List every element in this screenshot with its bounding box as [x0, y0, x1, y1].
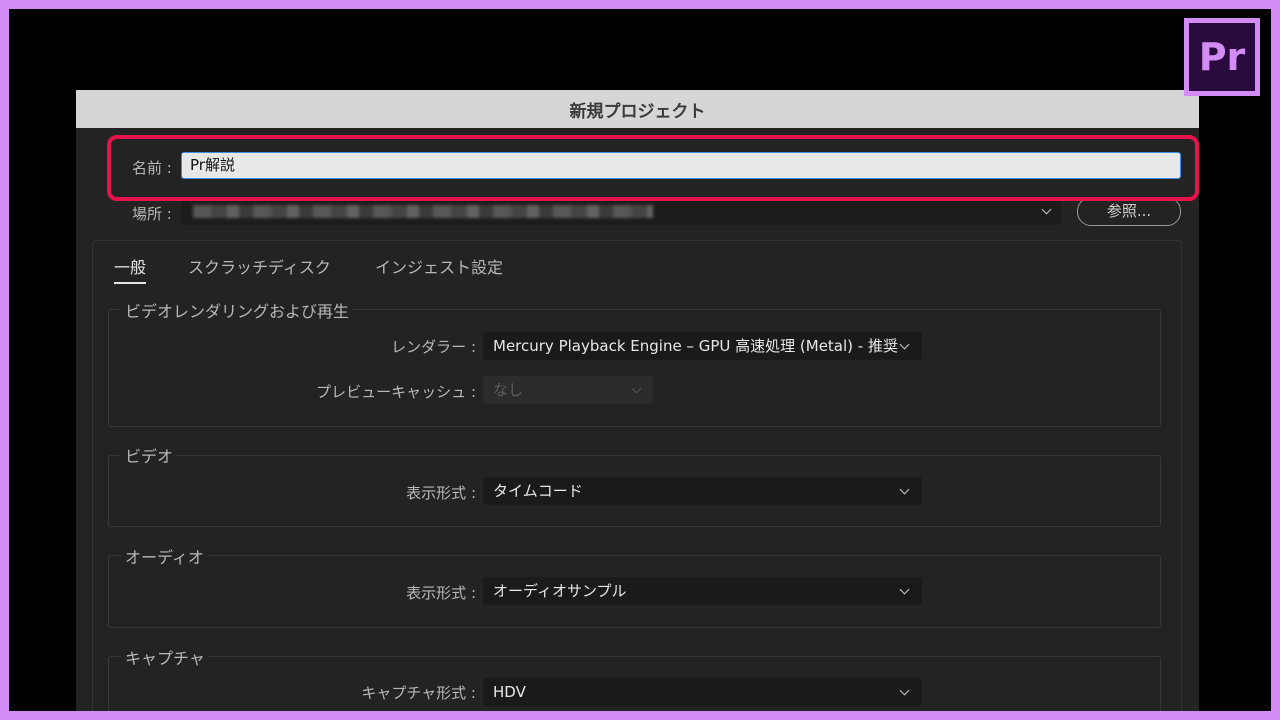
capture-format-select[interactable]: HDV: [483, 678, 922, 706]
premiere-pro-logo: Pr: [1184, 18, 1260, 96]
renderer-label: レンダラー :: [391, 338, 476, 356]
audio-display-format-label: 表示形式 :: [406, 584, 476, 602]
video-display-format-label: 表示形式 :: [406, 484, 476, 502]
audio-display-format-select[interactable]: オーディオサンプル: [483, 577, 922, 605]
chevron-down-icon: [899, 339, 910, 350]
chevron-down-icon: [899, 484, 910, 495]
renderer-select[interactable]: Mercury Playback Engine – GPU 高速処理 (Meta…: [483, 332, 922, 360]
preview-cache-select-value: なし: [493, 381, 524, 399]
video-display-format-value: タイムコード: [493, 482, 583, 500]
audio-display-format-value: オーディオサンプル: [493, 582, 627, 600]
preview-cache-label: プレビューキャッシュ :: [316, 383, 476, 401]
audio-group-title: オーディオ: [121, 544, 208, 568]
video-display-format-select[interactable]: タイムコード: [483, 477, 922, 505]
preview-cache-select: なし: [483, 376, 653, 404]
chevron-down-icon: [899, 685, 910, 696]
tab-general[interactable]: 一般: [114, 254, 147, 284]
chevron-down-icon: [1041, 204, 1052, 215]
playback-group-title: ビデオレンダリングおよび再生: [121, 298, 354, 322]
location-select[interactable]: [181, 198, 1061, 225]
name-field-highlight: [107, 135, 1199, 201]
dialog-title: 新規プロジェクト: [76, 90, 1199, 128]
capture-format-label: キャプチャ形式 :: [361, 684, 476, 702]
capture-group-title: キャプチャ: [121, 645, 209, 669]
tab-scratch-disks[interactable]: スクラッチディスク: [188, 254, 331, 282]
redacted-path: [193, 205, 653, 218]
location-label: 場所 :: [132, 205, 172, 223]
premiere-pro-logo-text: Pr: [1189, 23, 1255, 91]
tab-ingest-settings[interactable]: インジェスト設定: [375, 254, 503, 282]
capture-format-value: HDV: [493, 683, 526, 701]
video-group-title: ビデオ: [121, 443, 178, 467]
chevron-down-icon: [631, 383, 642, 394]
playback-group: [108, 309, 1161, 427]
renderer-select-value: Mercury Playback Engine – GPU 高速処理 (Meta…: [493, 337, 898, 355]
chevron-down-icon: [899, 584, 910, 595]
browse-button[interactable]: 参照...: [1077, 197, 1181, 226]
